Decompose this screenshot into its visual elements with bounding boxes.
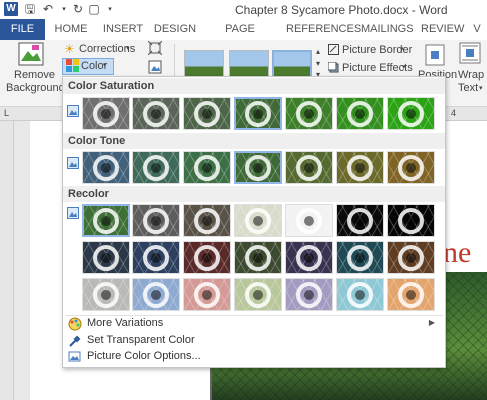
- tone-option[interactable]: [82, 151, 130, 184]
- picture-options-icon: [68, 351, 81, 362]
- recolor-option[interactable]: [285, 241, 333, 274]
- tab-selector[interactable]: L: [4, 108, 9, 118]
- color-tone-header: Color Tone: [63, 133, 445, 149]
- tone-option[interactable]: [234, 151, 282, 184]
- recolor-option[interactable]: [336, 278, 384, 311]
- corrections-dropdown-icon[interactable]: ▾: [126, 44, 130, 52]
- saturation-option[interactable]: [285, 97, 333, 130]
- saturation-option[interactable]: [336, 97, 384, 130]
- tab-view[interactable]: V: [468, 19, 486, 40]
- picture-effects-icon: [328, 62, 339, 73]
- saturation-option[interactable]: [183, 97, 231, 130]
- redo-icon[interactable]: ↻: [70, 2, 86, 17]
- recolor-option[interactable]: [285, 278, 333, 311]
- eyedropper-icon: [69, 335, 81, 347]
- tone-option[interactable]: [336, 151, 384, 184]
- ruler-mark: 4: [451, 108, 457, 118]
- recolor-option[interactable]: [82, 278, 130, 311]
- more-variations-menu-item[interactable]: More Variations ▶: [65, 315, 443, 333]
- saturation-option[interactable]: [132, 97, 180, 130]
- recolor-option[interactable]: [234, 241, 282, 274]
- recolor-option[interactable]: [336, 241, 384, 274]
- recolor-option[interactable]: [387, 241, 435, 274]
- tab-insert[interactable]: INSERT: [102, 19, 144, 40]
- recolor-option[interactable]: [82, 204, 130, 237]
- color-saturation-header: Color Saturation: [63, 78, 445, 94]
- picture-color-options-menu-item[interactable]: Picture Color Options...: [65, 348, 443, 366]
- recolor-option[interactable]: [183, 278, 231, 311]
- tab-file[interactable]: FILE: [0, 19, 45, 40]
- corrections-icon: ☀: [64, 42, 75, 56]
- picture-effects-dropdown-icon[interactable]: ▾: [402, 63, 406, 71]
- color-saturation-row-icon: [67, 105, 79, 117]
- recolor-option[interactable]: [387, 278, 435, 311]
- submenu-arrow-icon: ▶: [428, 318, 435, 327]
- position-icon: [425, 44, 445, 66]
- recolor-option[interactable]: [132, 204, 180, 237]
- document-title: Chapter 8 Sycamore Photo.docx - Word: [235, 3, 448, 17]
- recolor-option[interactable]: [336, 204, 384, 237]
- save-icon[interactable]: 🖫: [22, 2, 38, 17]
- picture-border-dropdown-icon[interactable]: ▾: [400, 45, 404, 53]
- menu-item-label: Picture Color Options...: [87, 350, 201, 362]
- tone-option[interactable]: [285, 151, 333, 184]
- recolor-option[interactable]: [82, 241, 130, 274]
- document-heading-fragment: ne: [443, 236, 472, 269]
- menu-item-label: More Variations: [87, 317, 164, 329]
- remove-background-icon: [18, 42, 44, 66]
- picture-border-icon: [328, 44, 339, 55]
- vertical-ruler: [0, 121, 14, 400]
- recolor-option[interactable]: [183, 204, 231, 237]
- remove-background-label-2[interactable]: Background: [6, 82, 65, 94]
- tone-option[interactable]: [183, 151, 231, 184]
- recolor-option[interactable]: [234, 204, 282, 237]
- saturation-option[interactable]: [82, 97, 130, 130]
- wrap-text-dropdown-icon[interactable]: ▾: [479, 84, 483, 92]
- change-picture-icon[interactable]: [148, 60, 162, 74]
- saturation-option[interactable]: [234, 97, 282, 130]
- recolor-option[interactable]: [285, 204, 333, 237]
- palette-icon: [68, 317, 82, 331]
- menu-item-label: Set Transparent Color: [87, 334, 195, 346]
- remove-background-label-1[interactable]: Remove: [14, 69, 55, 81]
- touch-mode-icon[interactable]: ▢: [86, 2, 102, 17]
- saturation-option[interactable]: [387, 97, 435, 130]
- color-dropdown-icon: ▾: [103, 62, 107, 69]
- color-dropdown-panel: Color Saturation Color Tone Recolor More Va…: [62, 76, 446, 368]
- tab-review[interactable]: REVIEW: [421, 19, 464, 40]
- recolor-option[interactable]: [387, 204, 435, 237]
- wrap-text-icon: [459, 42, 481, 64]
- wrap-text-label-2[interactable]: Text: [458, 82, 478, 94]
- tone-option[interactable]: [387, 151, 435, 184]
- color-icon: [66, 59, 79, 72]
- tab-design[interactable]: DESIGN: [153, 19, 197, 40]
- recolor-option[interactable]: [132, 241, 180, 274]
- customize-qat-icon[interactable]: ▾: [102, 2, 118, 17]
- wrap-text-label-1[interactable]: Wrap: [458, 69, 484, 81]
- compress-pictures-icon[interactable]: [148, 41, 162, 55]
- tab-mailings[interactable]: MAILINGS: [361, 19, 414, 40]
- recolor-option[interactable]: [234, 278, 282, 311]
- tab-home[interactable]: HOME: [53, 19, 89, 40]
- undo-icon[interactable]: ↶: [40, 2, 56, 17]
- recolor-row-icon: [67, 207, 79, 219]
- styles-scroll-down-icon[interactable]: ▾: [316, 59, 320, 68]
- recolor-option[interactable]: [183, 241, 231, 274]
- tab-page-layout[interactable]: PAGE LAYOUT: [206, 19, 274, 56]
- color-tone-row-icon: [67, 157, 79, 169]
- recolor-header: Recolor: [63, 186, 445, 202]
- title-bar: W 🖫 ↶ ▾ ↻ ▢ ▾ Chapter 8 Sycamore Photo.d…: [0, 0, 487, 19]
- ribbon-tab-bar: FILE HOME INSERT DESIGN PAGE LAYOUT REFE…: [0, 19, 487, 56]
- recolor-option[interactable]: [132, 278, 180, 311]
- styles-scroll-up-icon[interactable]: ▴: [316, 47, 320, 56]
- tone-option[interactable]: [132, 151, 180, 184]
- word-app-icon[interactable]: W: [4, 2, 18, 16]
- tab-references[interactable]: REFERENCES: [286, 19, 361, 40]
